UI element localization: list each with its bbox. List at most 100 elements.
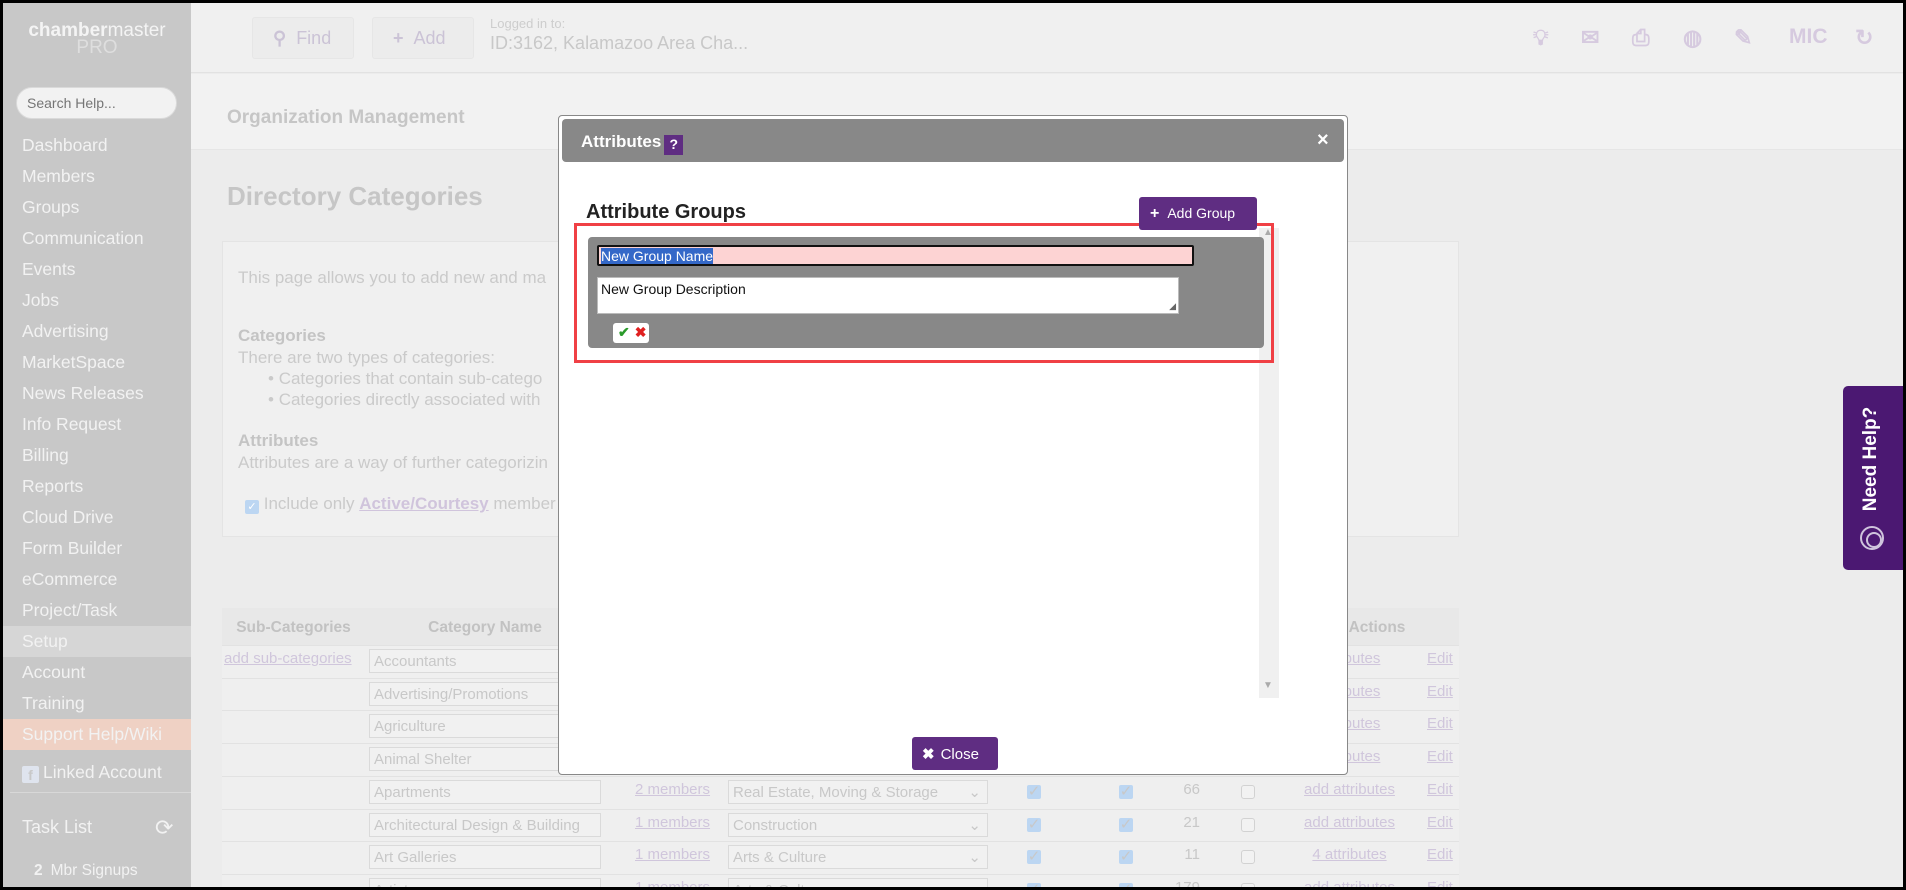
- checkbox-checked[interactable]: ✓: [1119, 849, 1133, 865]
- edit-link[interactable]: Edit: [1427, 846, 1453, 863]
- sidebar-item-info-request[interactable]: Info Request: [3, 409, 191, 440]
- group-name-input[interactable]: New Group Name: [597, 245, 1194, 266]
- need-help-label: Need Help?: [1860, 406, 1881, 512]
- add-button[interactable]: + Add: [372, 17, 474, 59]
- chevron-down-icon: ⌄: [968, 849, 981, 867]
- table-row: Art Galleries 1 members Arts & Culture ⌄ ✓ ✓ 1…: [222, 841, 1459, 875]
- bullet-item: • Categories that contain sub-catego: [268, 369, 543, 388]
- sidebar-item-dashboard[interactable]: Dashboard: [3, 130, 191, 161]
- save-check-icon[interactable]: ✔: [618, 324, 630, 340]
- mail-icon[interactable]: ✉: [1581, 25, 1599, 51]
- search-help-input[interactable]: [16, 87, 177, 119]
- scroll-down-arrow-icon[interactable]: ▼: [1263, 680, 1273, 691]
- category-select[interactable]: Arts & Culture ⌄: [728, 877, 988, 887]
- group-description-textarea[interactable]: New Group Description ◢: [597, 277, 1179, 314]
- close-icon[interactable]: ×: [1317, 129, 1329, 152]
- resize-handle-icon[interactable]: ◢: [1169, 301, 1176, 312]
- checkbox-checked[interactable]: ✓: [1119, 882, 1133, 887]
- linked-account-link[interactable]: f Linked Account: [3, 757, 191, 788]
- sidebar-item-events[interactable]: Events: [3, 254, 191, 285]
- pencil-icon[interactable]: ✎: [1734, 25, 1752, 51]
- close-button[interactable]: ✖ Close: [912, 737, 998, 770]
- checkbox-unchecked[interactable]: [1241, 882, 1255, 887]
- attributes-link[interactable]: add attributes: [1292, 879, 1407, 887]
- checkbox-checked[interactable]: ✓: [1027, 817, 1041, 832]
- facebook-icon: f: [22, 766, 39, 783]
- category-select[interactable]: Construction ⌄: [728, 812, 988, 837]
- find-button[interactable]: ⚲ Find: [252, 17, 354, 59]
- edit-link[interactable]: Edit: [1427, 715, 1453, 732]
- edit-link[interactable]: Edit: [1427, 781, 1453, 798]
- help-icon[interactable]: ?: [664, 135, 684, 155]
- user-initials-button[interactable]: MIC: [1789, 25, 1828, 49]
- category-name-input[interactable]: Artists: [369, 877, 601, 887]
- group-description-value: New Group Description: [601, 281, 746, 297]
- sidebar-item-form-builder[interactable]: Form Builder: [3, 533, 191, 564]
- sidebar-item-billing[interactable]: Billing: [3, 440, 191, 471]
- lightbulb-icon[interactable]: 💡︎: [1533, 25, 1548, 51]
- edit-link[interactable]: Edit: [1427, 748, 1453, 765]
- members-link[interactable]: 1 members: [635, 846, 710, 863]
- refresh-icon[interactable]: ↻: [1855, 25, 1873, 51]
- sidebar-item-jobs[interactable]: Jobs: [3, 285, 191, 316]
- print-icon[interactable]: ⎙: [1632, 25, 1650, 51]
- category-name-input[interactable]: Apartments: [369, 779, 601, 804]
- category-select[interactable]: Real Estate, Moving & Storage ⌄: [728, 779, 988, 804]
- sidebar-item-advertising[interactable]: Advertising: [3, 316, 191, 347]
- category-name-input[interactable]: Art Galleries: [369, 845, 601, 870]
- sidebar-item-training[interactable]: Training: [3, 688, 191, 719]
- add-group-button[interactable]: + Add Group: [1139, 197, 1257, 230]
- sidebar-item-project-task[interactable]: Project/Task: [3, 595, 191, 626]
- cancel-x-icon[interactable]: ✖: [635, 324, 647, 340]
- globe-icon[interactable]: ◍: [1683, 25, 1702, 51]
- members-link[interactable]: 2 members: [635, 781, 710, 798]
- category-select[interactable]: Arts & Culture ⌄: [728, 845, 988, 870]
- group-name-value: New Group Name: [601, 248, 714, 264]
- table-row: Artists 1 members Arts & Culture ⌄ ✓ ✓ 179 add …: [222, 873, 1459, 887]
- members-link[interactable]: 1 members: [635, 879, 710, 887]
- edit-link[interactable]: Edit: [1427, 650, 1453, 667]
- sidebar-item-communication[interactable]: Communication: [3, 223, 191, 254]
- attribute-groups-heading: Attribute Groups: [586, 201, 746, 223]
- task-item[interactable]: 2 Mbr Signups: [34, 862, 138, 880]
- sidebar-item-groups[interactable]: Groups: [3, 192, 191, 223]
- add-label: Add: [413, 28, 446, 48]
- checkbox-checked[interactable]: ✓: [1119, 817, 1133, 832]
- active-courtesy-link[interactable]: Active/Courtesy: [359, 494, 488, 513]
- edit-link[interactable]: Edit: [1427, 814, 1453, 831]
- top-bar: ⚲ Find + Add Logged in to: ID:3162, Kalama…: [191, 3, 1903, 73]
- sidebar-item-support-help-wiki[interactable]: Support Help/Wiki: [3, 719, 191, 750]
- attributes-link[interactable]: add attributes: [1292, 814, 1407, 831]
- edit-link[interactable]: Edit: [1427, 683, 1453, 700]
- checkbox-unchecked[interactable]: [1241, 850, 1255, 865]
- attributes-link[interactable]: 4 attributes: [1292, 846, 1407, 863]
- checkbox-unchecked[interactable]: [1241, 817, 1255, 832]
- checkbox-unchecked[interactable]: [1241, 784, 1255, 799]
- sidebar-item-account[interactable]: Account: [3, 657, 191, 688]
- lifebuoy-icon: [1860, 526, 1884, 550]
- checkbox-checked[interactable]: ✓: [1027, 784, 1041, 799]
- include-active-checkbox[interactable]: ✓: [245, 500, 259, 514]
- need-help-tab[interactable]: Need Help?: [1843, 386, 1903, 570]
- category-name-input[interactable]: Architectural Design & Building: [369, 812, 601, 837]
- sidebar-item-ecommerce[interactable]: eCommerce: [3, 564, 191, 595]
- add-sub-categories-link[interactable]: add sub-categories: [224, 650, 352, 667]
- sidebar-item-setup[interactable]: Setup: [3, 626, 191, 657]
- sidebar-item-members[interactable]: Members: [3, 161, 191, 192]
- modal-header: Attributes? ×: [562, 119, 1344, 162]
- members-link[interactable]: 1 members: [635, 814, 710, 831]
- sidebar-item-news-releases[interactable]: News Releases: [3, 378, 191, 409]
- refresh-tasks-icon[interactable]: ⟳: [155, 815, 173, 841]
- sidebar-item-reports[interactable]: Reports: [3, 471, 191, 502]
- checkbox-checked[interactable]: ✓: [1027, 882, 1041, 887]
- divider: [10, 792, 191, 793]
- sidebar-item-cloud-drive[interactable]: Cloud Drive: [3, 502, 191, 533]
- edit-link[interactable]: Edit: [1427, 879, 1453, 887]
- app-window: chambermaster PRO DashboardMembersGroups…: [3, 3, 1903, 887]
- checkbox-checked[interactable]: ✓: [1119, 784, 1133, 799]
- chevron-down-icon: ⌄: [968, 881, 981, 887]
- sidebar-item-marketspace[interactable]: MarketSpace: [3, 347, 191, 378]
- attributes-modal: Attributes? × Attribute Groups ▲ ▼ + Add …: [558, 115, 1348, 775]
- checkbox-checked[interactable]: ✓: [1027, 849, 1041, 865]
- attributes-link[interactable]: add attributes: [1292, 781, 1407, 798]
